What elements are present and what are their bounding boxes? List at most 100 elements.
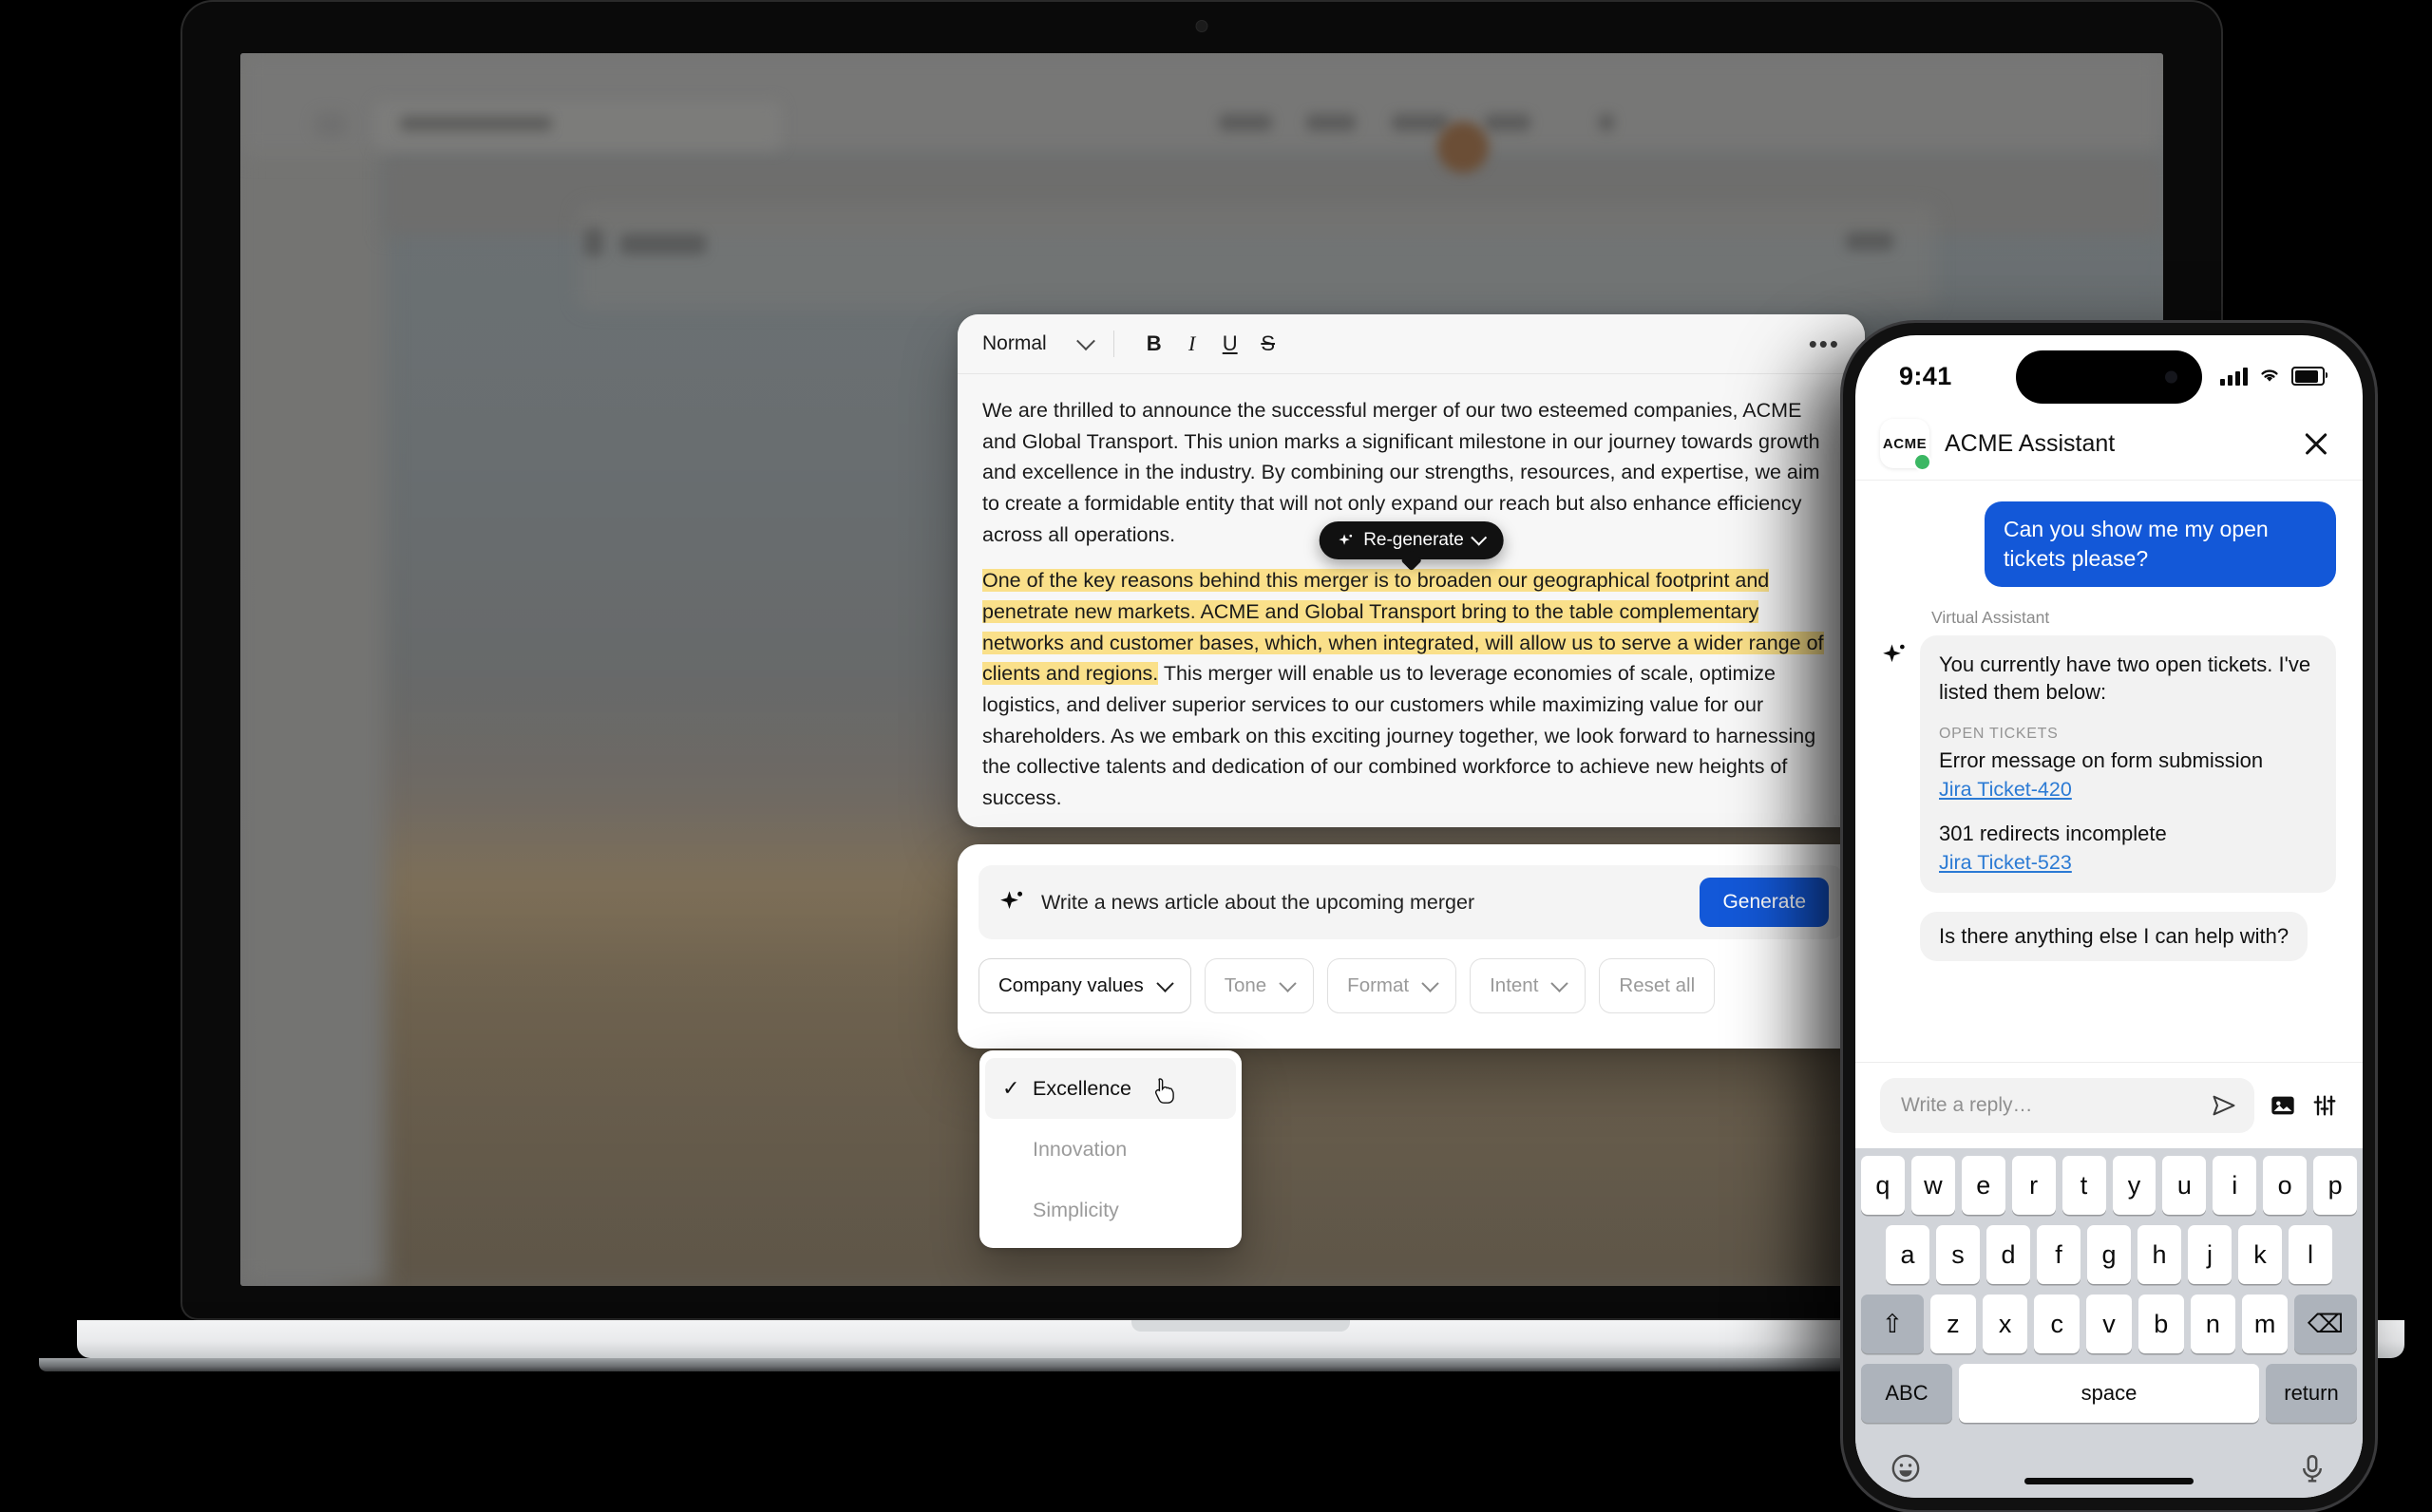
key-j[interactable]: j — [2188, 1225, 2232, 1284]
image-attachment-icon[interactable] — [2270, 1092, 2296, 1119]
key-b[interactable]: b — [2138, 1295, 2184, 1353]
background-nav-item-2 — [1306, 114, 1356, 131]
chip-company-values[interactable]: Company values — [978, 958, 1191, 1013]
microphone-icon[interactable] — [2296, 1452, 2328, 1484]
key-a[interactable]: a — [1886, 1225, 1929, 1284]
editor-content[interactable]: We are thrilled to announce the successf… — [958, 374, 1865, 827]
chevron-down-icon — [1279, 973, 1297, 992]
prompt-input[interactable]: Write a news article about the upcoming … — [1041, 891, 1700, 915]
reply-bar: Write a reply… — [1855, 1062, 2363, 1148]
abc-key[interactable]: ABC — [1861, 1364, 1952, 1423]
paragraph-style-label: Normal — [982, 332, 1047, 354]
ticket-title: Error message on form submission — [1939, 747, 2264, 772]
key-s[interactable]: s — [1936, 1225, 1980, 1284]
key-d[interactable]: d — [1986, 1225, 2030, 1284]
key-p[interactable]: p — [2313, 1156, 2358, 1215]
menu-item-label: Excellence — [1033, 1076, 1131, 1100]
menu-item-simplicity[interactable]: Simplicity — [985, 1180, 1236, 1240]
cellular-signal-icon — [2220, 367, 2248, 386]
key-l[interactable]: l — [2289, 1225, 2332, 1284]
battery-icon — [2291, 367, 2328, 386]
assistant-followup-bubble: Is there anything else I can help with? — [1920, 912, 2308, 962]
menu-item-excellence[interactable]: ✓ Excellence — [985, 1058, 1236, 1119]
key-w[interactable]: w — [1910, 1156, 1955, 1215]
ticket-spacer — [1939, 803, 2317, 821]
close-icon[interactable] — [2302, 429, 2330, 458]
status-time: 9:41 — [1899, 361, 1952, 390]
space-key[interactable]: space — [1959, 1364, 2259, 1423]
assistant-message-bubble: You currently have two open tickets. I'v… — [1920, 635, 2336, 894]
menu-item-label: Simplicity — [1033, 1198, 1119, 1221]
key-t[interactable]: t — [2062, 1156, 2106, 1215]
ticket-title: 301 redirects incomplete — [1939, 821, 2167, 845]
key-u[interactable]: u — [2162, 1156, 2207, 1215]
on-screen-keyboard: q w e r t y u i o p a s d f g h j k l ⇧ … — [1855, 1148, 2363, 1498]
chip-tone[interactable]: Tone — [1204, 958, 1315, 1013]
key-g[interactable]: g — [2087, 1225, 2131, 1284]
settings-sliders-icon[interactable] — [2311, 1092, 2338, 1119]
key-k[interactable]: k — [2238, 1225, 2282, 1284]
key-o[interactable]: o — [2263, 1156, 2308, 1215]
backspace-key[interactable]: ⌫ — [2294, 1295, 2358, 1353]
assistant-sender-label: Virtual Assistant — [1931, 608, 2050, 628]
bold-button[interactable]: B — [1135, 333, 1173, 354]
paragraph-style-select[interactable]: Normal — [982, 331, 1095, 355]
background-doc-title — [620, 234, 706, 255]
user-message-bubble: Can you show me my open tickets please? — [1985, 501, 2336, 588]
chevron-down-icon — [1421, 973, 1439, 992]
ticket-link[interactable]: Jira Ticket-523 — [1939, 849, 2072, 877]
keyboard-row-2: a s d f g h j k l — [1861, 1225, 2357, 1284]
underline-button[interactable]: U — [1211, 333, 1249, 354]
key-v[interactable]: v — [2086, 1295, 2132, 1353]
assistant-message-row: You currently have two open tickets. I'v… — [1882, 635, 2336, 894]
send-icon[interactable] — [2211, 1092, 2237, 1119]
return-key[interactable]: return — [2266, 1364, 2357, 1423]
keyboard-bottom-row — [1861, 1433, 2357, 1498]
reply-input[interactable]: Write a reply… — [1880, 1078, 2254, 1133]
strikethrough-button[interactable]: S — [1249, 333, 1287, 354]
prompt-input-row[interactable]: Write a news article about the upcoming … — [978, 865, 1844, 939]
background-doc-action — [1846, 232, 1893, 251]
reset-all-button[interactable]: Reset all — [1599, 958, 1716, 1013]
italic-button[interactable]: I — [1173, 333, 1211, 354]
chat-message-list: Can you show me my open tickets please? … — [1855, 481, 2363, 1062]
status-icons — [2220, 365, 2328, 388]
chip-label: Format — [1347, 974, 1410, 996]
background-toolbar-icon — [1599, 114, 1614, 131]
chip-intent[interactable]: Intent — [1470, 958, 1586, 1013]
background-search-placeholder — [400, 116, 552, 131]
key-x[interactable]: x — [1982, 1295, 2028, 1353]
key-q[interactable]: q — [1860, 1156, 1905, 1215]
emoji-icon[interactable] — [1890, 1452, 1922, 1484]
key-i[interactable]: i — [2213, 1156, 2257, 1215]
shift-key[interactable]: ⇧ — [1860, 1295, 1924, 1353]
key-n[interactable]: n — [2190, 1295, 2236, 1353]
generate-button[interactable]: Generate — [1700, 878, 1829, 927]
key-r[interactable]: r — [2011, 1156, 2056, 1215]
laptop-bezel — [180, 0, 2223, 53]
chip-format[interactable]: Format — [1327, 958, 1457, 1013]
key-h[interactable]: h — [2138, 1225, 2181, 1284]
key-f[interactable]: f — [2037, 1225, 2080, 1284]
open-tickets-label: OPEN TICKETS — [1939, 725, 2059, 742]
more-options-icon[interactable]: ••• — [1809, 330, 1840, 359]
phone-status-bar: 9:41 — [1855, 335, 2363, 407]
dynamic-island — [2016, 350, 2202, 404]
webcam-icon — [1196, 21, 1207, 31]
ai-prompt-card: Write a news article about the upcoming … — [958, 844, 1865, 1049]
chevron-down-icon — [1075, 331, 1095, 351]
re-generate-button[interactable]: Re-generate — [1319, 521, 1504, 559]
key-e[interactable]: e — [1961, 1156, 2005, 1215]
key-y[interactable]: y — [2112, 1156, 2156, 1215]
key-m[interactable]: m — [2242, 1295, 2289, 1353]
chevron-down-icon — [1471, 529, 1488, 546]
online-status-indicator — [1913, 453, 1931, 471]
background-chrome-items — [240, 53, 2163, 256]
background-nav-item-1 — [1219, 114, 1272, 131]
key-c[interactable]: c — [2034, 1295, 2080, 1353]
menu-item-innovation[interactable]: Innovation — [985, 1119, 1236, 1180]
avatar — [1437, 122, 1489, 173]
phone-screen: 9:41 ACME ACME Assistant Can you show me… — [1855, 335, 2363, 1498]
key-z[interactable]: z — [1929, 1295, 1976, 1353]
ticket-link[interactable]: Jira Ticket-420 — [1939, 776, 2072, 803]
